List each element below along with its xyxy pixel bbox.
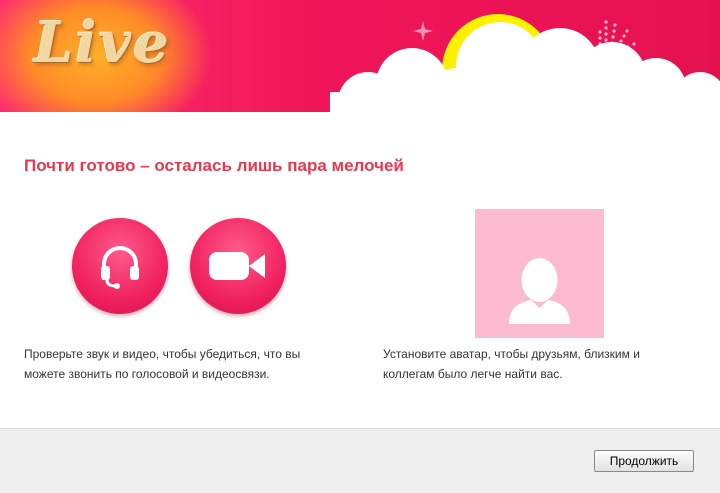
audio-check-button[interactable] xyxy=(72,218,168,314)
clouds xyxy=(330,22,720,112)
video-check-button[interactable] xyxy=(190,218,286,314)
avatar-placeholder[interactable] xyxy=(475,209,604,338)
devices-description: Проверьте звук и видео, чтобы убедиться,… xyxy=(24,347,301,381)
continue-button[interactable]: Продолжить xyxy=(594,450,694,472)
page-title: Почти готово – осталась лишь пара мелоче… xyxy=(24,156,404,175)
headset-icon xyxy=(101,246,139,289)
avatar-description: Установите аватар, чтобы друзьям, близки… xyxy=(383,347,640,381)
video-camera-icon xyxy=(209,252,265,280)
user-silhouette-icon xyxy=(509,258,570,324)
header-banner: Live xyxy=(0,0,720,112)
